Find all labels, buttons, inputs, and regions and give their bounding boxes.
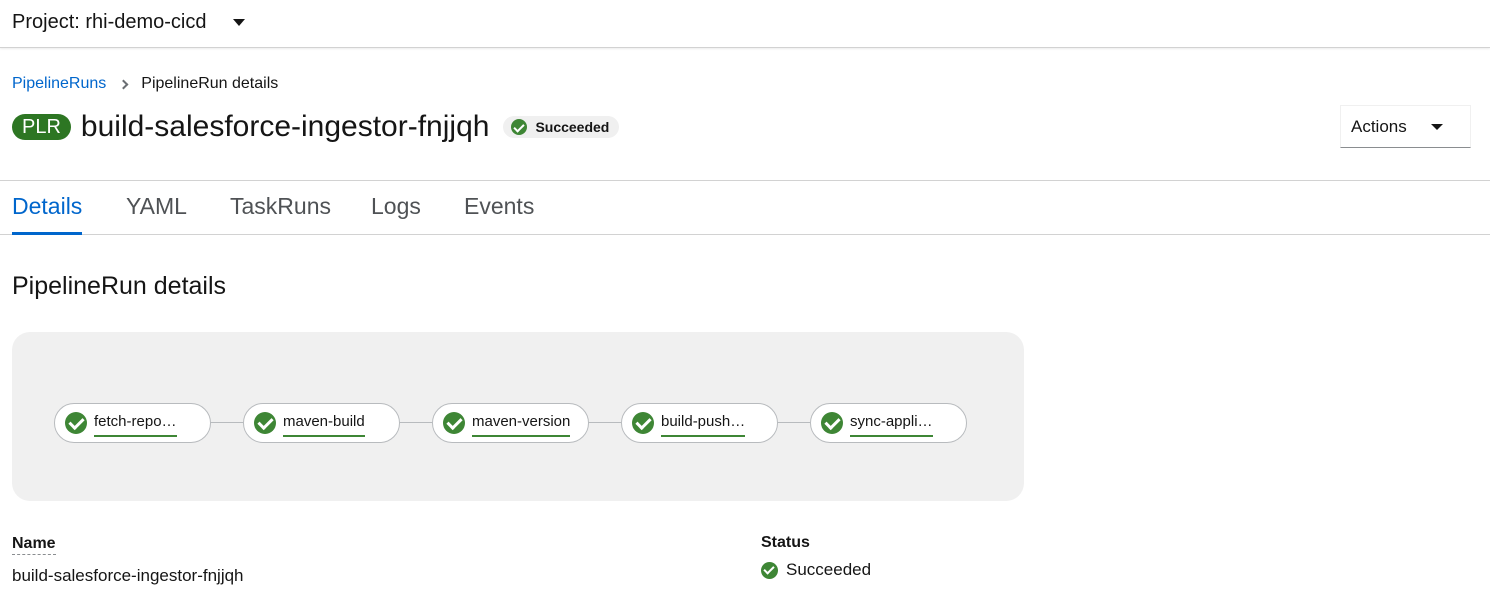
status-value-text: Succeeded (786, 560, 872, 579)
tab-bar: Details YAML TaskRuns Logs Events (0, 180, 1490, 235)
task-label: maven-version (472, 413, 571, 437)
project-bar: Project: rhi-demo-cicd (0, 0, 1490, 48)
task-label: build-push… (661, 413, 746, 437)
status-field-value: Succeeded (761, 560, 871, 580)
check-circle-icon (821, 412, 843, 434)
task-label: maven-build (283, 413, 365, 437)
task-node-fetch-repository[interactable]: fetch-repo… (54, 403, 211, 443)
tab-events[interactable]: Events (464, 193, 534, 235)
actions-dropdown-button[interactable]: Actions (1340, 105, 1471, 148)
task-node-build-push[interactable]: build-push… (621, 403, 778, 443)
tab-yaml[interactable]: YAML (126, 193, 187, 235)
breadcrumb: PipelineRuns PipelineRun details (12, 74, 278, 94)
task-node-sync-application[interactable]: sync-appli… (810, 403, 967, 443)
breadcrumb-current: PipelineRun details (141, 75, 279, 92)
check-circle-icon (443, 412, 465, 434)
project-label: Project: rhi-demo-cicd (12, 10, 207, 33)
chevron-right-icon (118, 79, 129, 89)
task-label: fetch-repo… (94, 413, 177, 437)
task-label: sync-appli… (850, 413, 933, 437)
page-title: build-salesforce-ingestor-fnjjqh (80, 110, 490, 143)
status-field-label: Status (761, 534, 810, 551)
task-connector (210, 422, 243, 423)
breadcrumb-pipelineruns-link[interactable]: PipelineRuns (12, 75, 106, 93)
name-field-value: build-salesforce-ingestor-fnjjqh (12, 566, 244, 585)
section-title: PipelineRun details (12, 272, 227, 300)
check-circle-icon (761, 561, 778, 579)
task-connector (777, 422, 810, 423)
task-node-maven-version[interactable]: maven-version (432, 403, 589, 443)
project-selector[interactable]: Project: rhi-demo-cicd (12, 8, 245, 36)
name-field-label: Name (12, 535, 56, 555)
status-badge-label: Succeeded (535, 119, 610, 135)
caret-down-icon (1430, 123, 1443, 130)
actions-label: Actions (1351, 116, 1407, 136)
caret-down-icon (232, 18, 245, 26)
check-circle-icon (511, 119, 528, 135)
status-badge: Succeeded (503, 116, 620, 138)
task-connector (399, 422, 432, 423)
tab-logs[interactable]: Logs (371, 193, 421, 235)
check-circle-icon (65, 412, 87, 434)
task-connector (588, 422, 621, 423)
pipeline-topology: fetch-repo… maven-build maven-version bu… (12, 332, 1024, 501)
tab-details[interactable]: Details (12, 193, 83, 235)
check-circle-icon (632, 412, 654, 434)
page-header: PLR build-salesforce-ingestor-fnjjqh Suc… (12, 108, 620, 146)
task-node-maven-build[interactable]: maven-build (243, 403, 400, 443)
tab-taskruns[interactable]: TaskRuns (230, 193, 331, 235)
resource-kind-badge: PLR (12, 114, 71, 140)
check-circle-icon (254, 412, 276, 434)
